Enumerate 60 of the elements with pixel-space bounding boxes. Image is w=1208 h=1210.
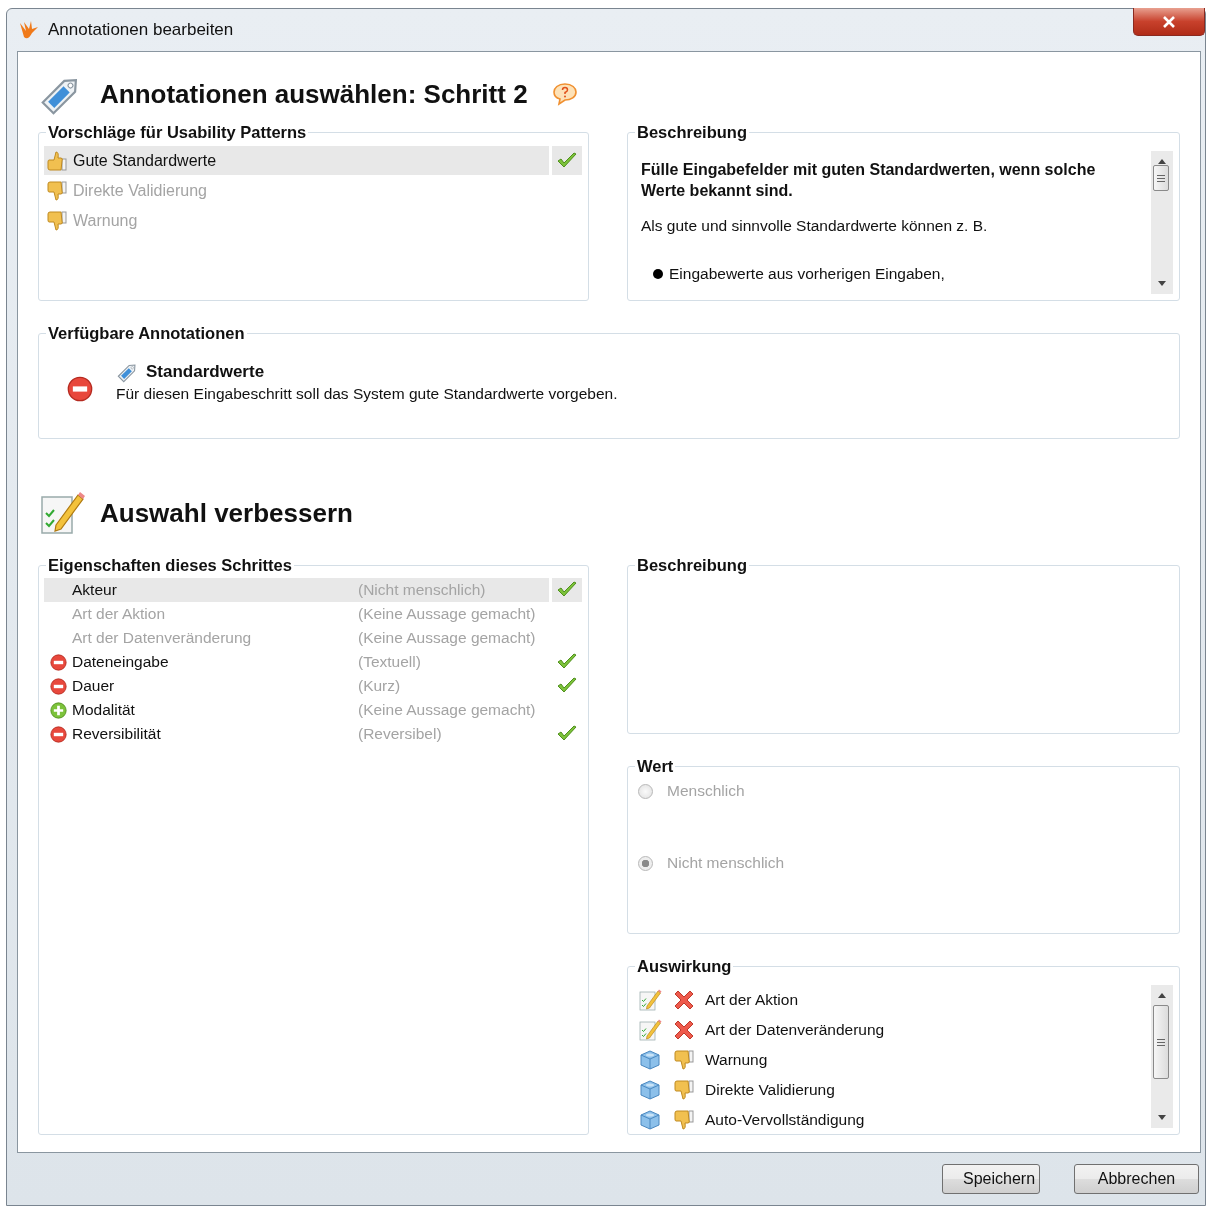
cross-icon bbox=[672, 988, 696, 1012]
option-label: Menschlich bbox=[667, 782, 745, 800]
group-title: Wert bbox=[637, 757, 674, 775]
option-label: Nicht menschlich bbox=[667, 854, 785, 872]
thumbs-down-icon bbox=[673, 1049, 695, 1071]
property-value: (Keine Aussage gemacht) bbox=[358, 604, 537, 624]
edit-document-icon bbox=[638, 1018, 662, 1042]
cube-icon bbox=[638, 1078, 662, 1102]
property-row[interactable]: Dateneingabe (Textuell) bbox=[44, 650, 582, 674]
scrollbar[interactable] bbox=[1151, 151, 1173, 294]
remove-icon[interactable] bbox=[49, 653, 67, 671]
cube-icon bbox=[638, 1048, 662, 1072]
effect-item[interactable]: Warnung bbox=[705, 1051, 768, 1069]
remove-icon[interactable] bbox=[49, 725, 67, 743]
property-value: (Reversibel) bbox=[358, 724, 443, 744]
group-title: Verfügbare Annotationen bbox=[48, 324, 245, 342]
cross-icon bbox=[672, 1018, 696, 1042]
edit-document-icon bbox=[638, 988, 662, 1012]
thumbs-down-icon bbox=[673, 1109, 695, 1131]
bullet-text: Eingabewerte aus vorherigen Eingaben, bbox=[669, 265, 945, 283]
section-title: Auswahl verbessern bbox=[100, 497, 353, 529]
edit-document-icon bbox=[38, 489, 86, 537]
section-title: Annotationen auswählen: Schritt 2 bbox=[100, 78, 528, 110]
effect-item[interactable]: Direkte Validierung bbox=[705, 1081, 835, 1099]
remove-icon[interactable] bbox=[67, 376, 93, 402]
group-title: Vorschläge für Usability Patterns bbox=[48, 123, 307, 141]
scrollbar[interactable] bbox=[1151, 985, 1173, 1128]
property-row[interactable]: Reversibilität (Reversibel) bbox=[44, 722, 582, 746]
thumbs-down-icon bbox=[46, 179, 68, 202]
property-value: (Nicht menschlich) bbox=[358, 578, 549, 602]
property-value: (Keine Aussage gemacht) bbox=[358, 628, 537, 648]
property-row[interactable]: Dauer (Kurz) bbox=[44, 674, 582, 698]
effect-item[interactable]: Auto-Vervollständigung bbox=[705, 1111, 865, 1129]
remove-icon[interactable] bbox=[49, 677, 67, 695]
effect-item[interactable]: Art der Datenveränderung bbox=[705, 1021, 885, 1039]
annotation-name: Standardwerte bbox=[146, 362, 265, 382]
dialog-button[interactable]: Abbrechen bbox=[1074, 1164, 1199, 1194]
thumbs-down-icon bbox=[673, 1079, 695, 1101]
description-text: Als gute und sinnvolle Standardwerte können z. B. bbox=[641, 217, 989, 235]
group-title: Beschreibung bbox=[637, 556, 748, 574]
property-value: (Keine Aussage gemacht) bbox=[358, 700, 537, 720]
add-icon[interactable] bbox=[49, 701, 67, 719]
cube-icon bbox=[638, 1108, 662, 1132]
group-title: Eigenschaften dieses Schrittes bbox=[48, 556, 292, 574]
group-title: Beschreibung bbox=[637, 123, 748, 141]
property-value: (Kurz) bbox=[358, 676, 402, 696]
group-title: Auswirkung bbox=[637, 957, 732, 975]
close-icon bbox=[1162, 15, 1176, 28]
description-heading: Fülle Eingabefelder mit guten Standardwerten, wenn solche Werte bekannt sind. bbox=[641, 160, 1097, 201]
thumbs-down-icon bbox=[46, 209, 68, 232]
bullet-icon bbox=[653, 269, 663, 279]
annotation-text: Für diesen Eingabeschritt soll das System gute Standardwerte vorgeben. bbox=[116, 385, 618, 403]
window-title: Annotationen bearbeiten bbox=[48, 20, 235, 40]
dialog-button[interactable]: Speichern bbox=[942, 1164, 1040, 1194]
property-value: (Textuell) bbox=[358, 652, 422, 672]
property-row[interactable]: Modalität (Keine Aussage gemacht) bbox=[44, 698, 582, 722]
close-button[interactable] bbox=[1133, 8, 1205, 36]
thumbs-up-icon bbox=[46, 149, 68, 172]
help-icon[interactable] bbox=[551, 82, 578, 106]
effect-item[interactable]: Art der Aktion bbox=[705, 991, 799, 1009]
